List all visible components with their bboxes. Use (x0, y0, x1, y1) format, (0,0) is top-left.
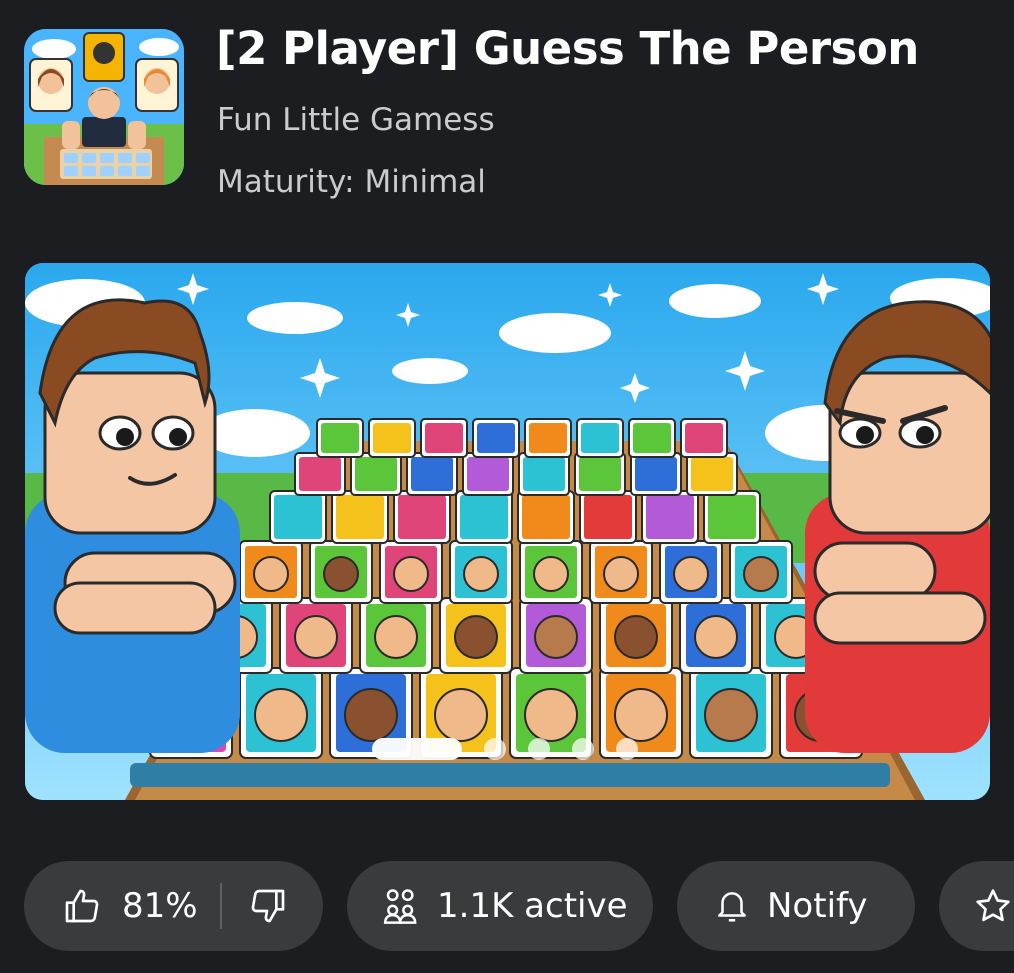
media-carousel[interactable] (25, 263, 990, 800)
vote-pill: 81% (24, 861, 323, 951)
game-icon-thumbnail (24, 29, 184, 185)
carousel-pagination (372, 738, 638, 760)
creator-name[interactable]: Fun Little Gamess (217, 98, 495, 142)
action-bar: 81% 1.1K active Notify (24, 861, 1014, 951)
carousel-dot-5[interactable] (616, 738, 638, 760)
maturity-rating: Maturity: Minimal (217, 164, 486, 200)
game-title: [2 Player] Guess The Person (216, 22, 919, 75)
players-icon (381, 886, 421, 926)
carousel-dot-1[interactable] (372, 738, 462, 760)
like-percentage: 81% (122, 886, 198, 926)
thumbs-down-icon[interactable] (248, 886, 288, 926)
favorite-button[interactable] (939, 861, 1014, 951)
vote-divider (219, 883, 222, 929)
carousel-dot-4[interactable] (572, 738, 594, 760)
bell-icon (713, 887, 751, 925)
active-players-pill: 1.1K active (347, 861, 653, 951)
carousel-slide-image (25, 263, 990, 800)
carousel-dot-2[interactable] (484, 738, 506, 760)
notify-label: Notify (767, 886, 868, 926)
thumbs-up-icon[interactable] (62, 886, 102, 926)
active-players-count: 1.1K active (437, 886, 628, 926)
notify-button[interactable]: Notify (677, 861, 915, 951)
carousel-dot-3[interactable] (528, 738, 550, 760)
star-icon (973, 886, 1013, 926)
